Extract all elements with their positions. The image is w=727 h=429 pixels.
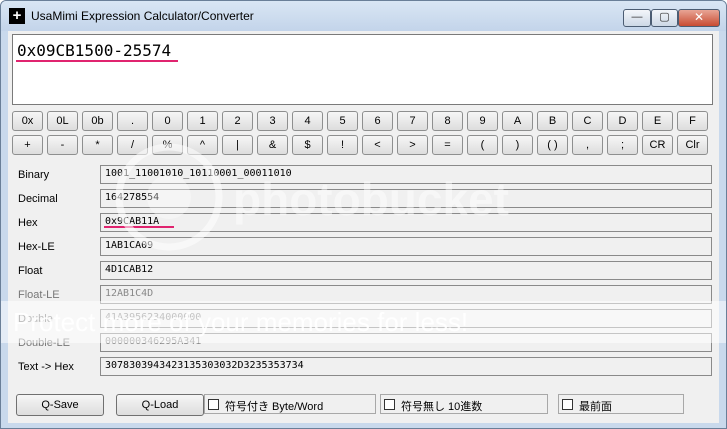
key-semicolon-button[interactable]: ; <box>607 135 638 155</box>
key-caret-button[interactable]: ^ <box>187 135 218 155</box>
key-dollar-button[interactable]: $ <box>292 135 323 155</box>
key-parens-button[interactable]: ( ) <box>537 135 568 155</box>
signed-checkbox-label: 符号付き Byte/Word <box>225 401 324 413</box>
field-value-text-hex[interactable]: 3078303943423135303032D3235353734 <box>100 357 712 376</box>
field-label: Text -> Hex <box>18 361 74 373</box>
key-dot-button[interactable]: . <box>117 111 148 131</box>
key-2-button[interactable]: 2 <box>222 111 253 131</box>
field-value-binary[interactable]: 1001_11001010_10110001_00011010 <box>100 165 712 184</box>
key-rparen-button[interactable]: ) <box>502 135 533 155</box>
field-row-double: Double 41A3956234000000 <box>8 309 719 330</box>
key-bang-button[interactable]: ! <box>327 135 358 155</box>
key-equals-button[interactable]: = <box>432 135 463 155</box>
key-lparen-button[interactable]: ( <box>467 135 498 155</box>
key-8-button[interactable]: 8 <box>432 111 463 131</box>
field-row-decimal: Decimal 164278554 <box>8 189 719 210</box>
field-label: Double <box>18 313 53 325</box>
field-value-decimal[interactable]: 164278554 <box>100 189 712 208</box>
key-0b-button[interactable]: 0b <box>82 111 113 131</box>
key-7-button[interactable]: 7 <box>397 111 428 131</box>
field-label: Float <box>18 265 43 277</box>
window-title: UsaMimi Expression Calculator/Converter <box>31 9 254 23</box>
expression-text: 0x09CB1500-25574 <box>17 41 172 60</box>
app-icon: + <box>9 8 25 24</box>
key-percent-button[interactable]: % <box>152 135 183 155</box>
key-lt-button[interactable]: < <box>362 135 393 155</box>
key-cr-button[interactable]: CR <box>642 135 673 155</box>
field-value-hex[interactable]: 0x9CAB11A <box>100 213 712 232</box>
key-plus-button[interactable]: + <box>12 135 43 155</box>
key-pipe-button[interactable]: | <box>222 135 253 155</box>
topmost-checkbox-box[interactable] <box>562 399 573 410</box>
q-load-button[interactable]: Q-Load <box>116 394 204 416</box>
field-row-double-le: Double-LE 000000346295A341 <box>8 333 719 354</box>
key-0-button[interactable]: 0 <box>152 111 183 131</box>
app-window: + UsaMimi Expression Calculator/Converte… <box>0 0 727 429</box>
topmost-checkbox[interactable]: 最前面 <box>558 394 684 414</box>
key-0x-button[interactable]: 0x <box>12 111 43 131</box>
field-label: Float-LE <box>18 289 60 301</box>
field-value-hex-le[interactable]: 1AB1CA09 <box>100 237 712 256</box>
field-label: Hex <box>18 217 38 229</box>
key-e-button[interactable]: E <box>642 111 673 131</box>
field-row-binary: Binary 1001_11001010_10110001_00011010 <box>8 165 719 186</box>
key-comma-button[interactable]: , <box>572 135 603 155</box>
field-row-float-le: Float-LE 12AB1C4D <box>8 285 719 306</box>
key-multiply-button[interactable]: * <box>82 135 113 155</box>
title-bar[interactable]: + UsaMimi Expression Calculator/Converte… <box>1 1 726 31</box>
keypad-row-2: + - * /% ^ | & $! < > =()( ),; CR Clr <box>12 135 713 155</box>
minimize-button[interactable]: — <box>623 9 651 27</box>
unsigned-checkbox-box[interactable] <box>384 399 395 410</box>
topmost-checkbox-label: 最前面 <box>579 401 612 413</box>
field-row-float: Float 4D1CAB12 <box>8 261 719 282</box>
field-label: Double-LE <box>18 337 70 349</box>
maximize-button[interactable]: ▢ <box>651 9 678 27</box>
key-clr-button[interactable]: Clr <box>677 135 708 155</box>
key-ampersand-button[interactable]: & <box>257 135 288 155</box>
key-3-button[interactable]: 3 <box>257 111 288 131</box>
signed-checkbox[interactable]: 符号付き Byte/Word <box>204 394 376 414</box>
key-minus-button[interactable]: - <box>47 135 78 155</box>
keypad-row-1: 0x 0L 0b. 0 1 2 3 4 5 6 7 8 9 A B C D E F <box>12 111 713 131</box>
unsigned-checkbox[interactable]: 符号無し 10進数 <box>380 394 548 414</box>
key-f-button[interactable]: F <box>677 111 708 131</box>
key-divide-button[interactable]: / <box>117 135 148 155</box>
hex-underline <box>104 226 174 228</box>
key-6-button[interactable]: 6 <box>362 111 393 131</box>
signed-checkbox-box[interactable] <box>208 399 219 410</box>
field-label: Binary <box>18 169 50 181</box>
key-b-button[interactable]: B <box>537 111 568 131</box>
key-9-button[interactable]: 9 <box>467 111 498 131</box>
key-a-button[interactable]: A <box>502 111 533 131</box>
expression-underline <box>16 60 178 62</box>
key-c-button[interactable]: C <box>572 111 603 131</box>
key-gt-button[interactable]: > <box>397 135 428 155</box>
key-1-button[interactable]: 1 <box>187 111 218 131</box>
unsigned-checkbox-label: 符号無し 10進数 <box>401 401 483 413</box>
field-row-hex: Hex 0x9CAB11A <box>8 213 719 234</box>
expression-input[interactable]: 0x09CB1500-25574 <box>12 34 713 105</box>
key-5-button[interactable]: 5 <box>327 111 358 131</box>
field-value-float[interactable]: 4D1CAB12 <box>100 261 712 280</box>
field-row-hex-le: Hex-LE 1AB1CA09 <box>8 237 719 258</box>
field-label: Decimal <box>18 193 58 205</box>
q-save-button[interactable]: Q-Save <box>16 394 104 416</box>
field-row-text-hex: Text -> Hex 3078303943423135303032D323535… <box>8 357 719 378</box>
client-area: 0x09CB1500-25574 0x 0L 0b. 0 1 2 3 4 5 6 7 8 9 A B C D E F… <box>8 31 719 423</box>
field-label: Hex-LE <box>18 241 55 253</box>
key-0l-button[interactable]: 0L <box>47 111 78 131</box>
close-button[interactable]: ✕ <box>678 9 720 27</box>
key-4-button[interactable]: 4 <box>292 111 323 131</box>
key-d-button[interactable]: D <box>607 111 638 131</box>
field-value-double[interactable]: 41A3956234000000 <box>100 309 712 328</box>
field-value-float-le[interactable]: 12AB1C4D <box>100 285 712 304</box>
field-value-double-le[interactable]: 000000346295A341 <box>100 333 712 352</box>
